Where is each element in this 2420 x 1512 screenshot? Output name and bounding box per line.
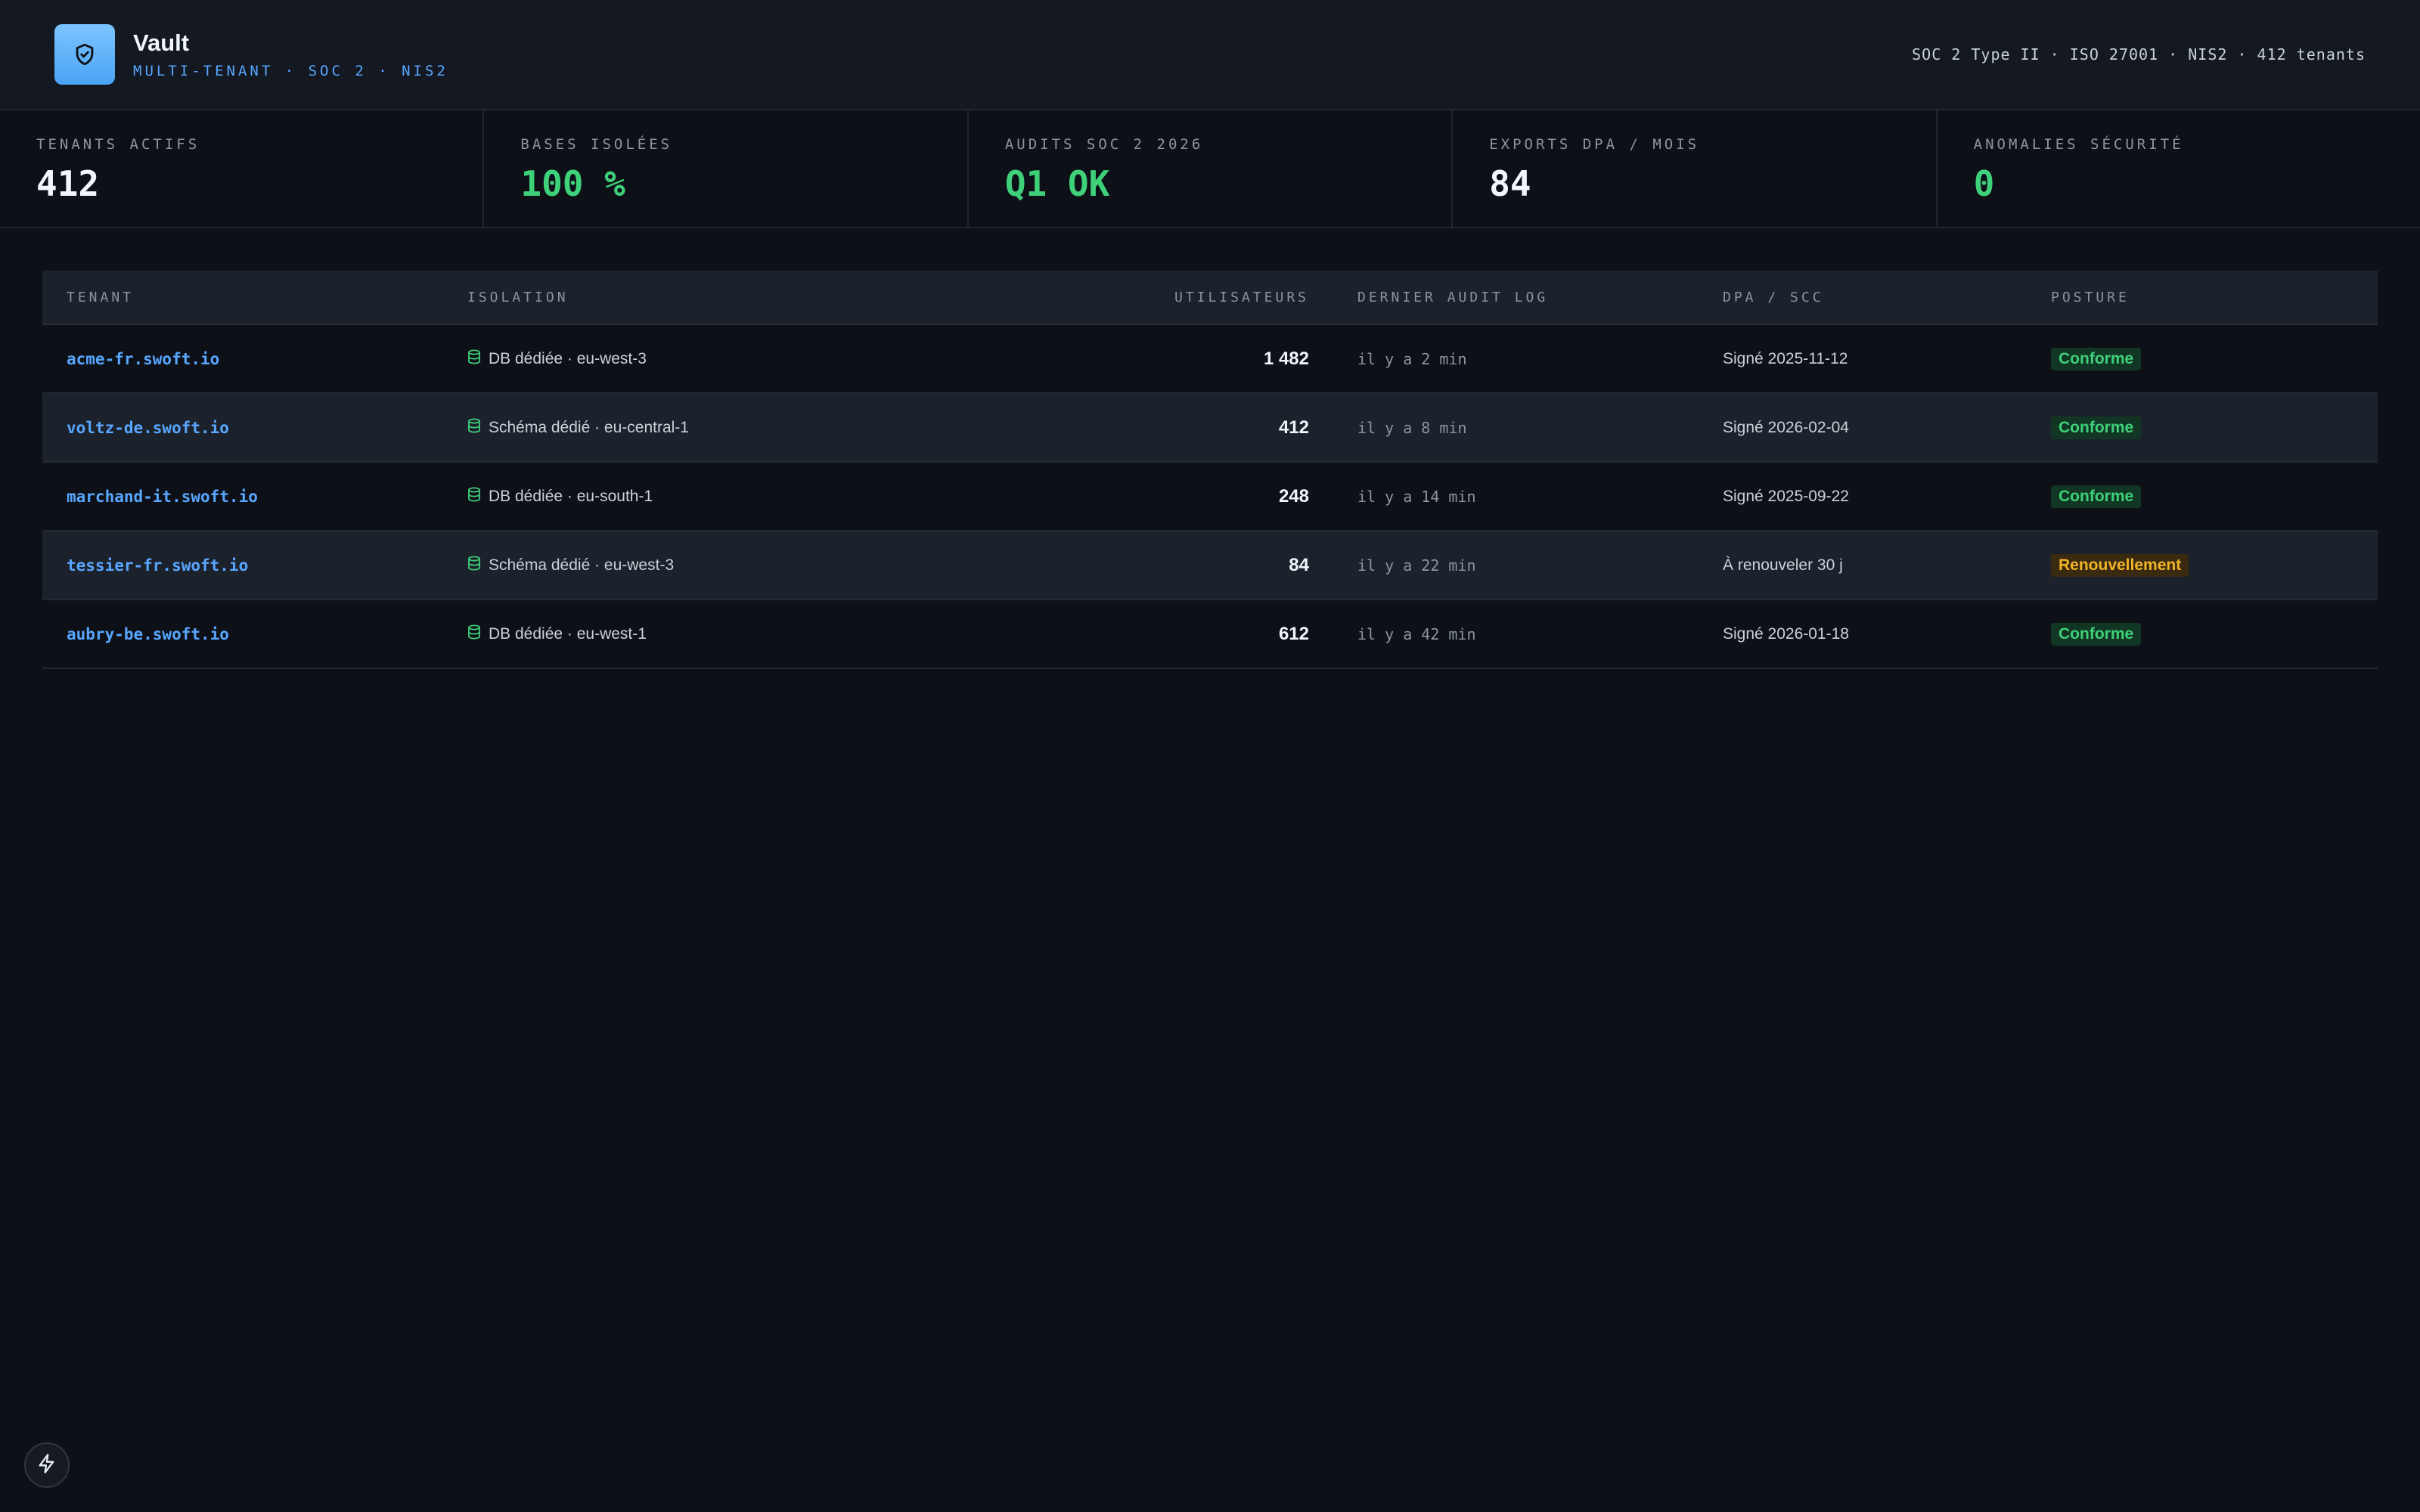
stat-label: AUDITS SOC 2 2026 xyxy=(1004,136,1204,153)
isolation-label: DB dédiée · eu-west-1 xyxy=(489,624,647,643)
stat-tenants-actifs: TENANTS ACTIFS 412 xyxy=(0,110,485,227)
app-title: Vault xyxy=(133,29,190,56)
stat-label: TENANTS ACTIFS xyxy=(36,136,200,153)
posture-badge: Conforme xyxy=(2051,622,2142,646)
last-audit-log: il y a 22 min xyxy=(1357,556,1476,575)
column-header-isolation[interactable]: ISOLATION xyxy=(467,290,929,305)
compliance-summary: SOC 2 Type II · ISO 27001 · NIS2 · 412 t… xyxy=(1912,45,2366,64)
posture-badge: Conforme xyxy=(2051,485,2142,508)
database-icon xyxy=(467,624,481,644)
stat-exports-dpa: EXPORTS DPA / MOIS 84 xyxy=(1453,110,1938,227)
isolation-cell: DB dédiée · eu-west-3 xyxy=(467,349,929,369)
stat-bases-isolees: BASES ISOLÉES 100 % xyxy=(484,110,969,227)
dpa-status: Signé 2025-09-22 xyxy=(1723,487,1849,505)
stat-label: EXPORTS DPA / MOIS xyxy=(1489,136,1700,153)
isolation-label: DB dédiée · eu-south-1 xyxy=(489,487,653,505)
dpa-status: À renouveler 30 j xyxy=(1723,556,1843,574)
table-header: TENANT ISOLATION UTILISATEURS DERNIER AU… xyxy=(42,271,2378,325)
database-icon xyxy=(467,487,481,507)
last-audit-log: il y a 14 min xyxy=(1357,487,1476,506)
stat-audits-soc2: AUDITS SOC 2 2026 Q1 OK xyxy=(969,110,1454,227)
stat-value: Q1 OK xyxy=(1004,163,1110,204)
column-header-audit-log[interactable]: DERNIER AUDIT LOG xyxy=(1309,290,1723,305)
stat-value: 0 xyxy=(1973,163,1995,204)
stats-bar: TENANTS ACTIFS 412 BASES ISOLÉES 100 % A… xyxy=(0,110,2420,228)
stat-anomalies: ANOMALIES SÉCURITÉ 0 xyxy=(1938,110,2420,227)
isolation-label: DB dédiée · eu-west-3 xyxy=(489,349,647,367)
posture-badge: Conforme xyxy=(2051,416,2142,439)
table-row[interactable]: acme-fr.swoft.io DB dédiée · eu-west-3 1… xyxy=(42,325,2378,394)
isolation-label: Schéma dédié · eu-central-1 xyxy=(489,418,689,436)
stat-label: BASES ISOLÉES xyxy=(520,136,673,153)
dpa-status: Signé 2025-11-12 xyxy=(1723,349,1848,367)
app-header: Vault MULTI-TENANT · SOC 2 · NIS2 SOC 2 … xyxy=(0,0,2420,110)
dpa-status: Signé 2026-01-18 xyxy=(1723,624,1849,643)
column-header-tenant[interactable]: TENANT xyxy=(42,290,467,305)
isolation-label: Schéma dédié · eu-west-3 xyxy=(489,556,675,574)
stat-value: 100 % xyxy=(520,163,625,204)
last-audit-log: il y a 8 min xyxy=(1357,418,1467,437)
column-header-utilisateurs[interactable]: UTILISATEURS xyxy=(929,290,1309,305)
stat-label: ANOMALIES SÉCURITÉ xyxy=(1973,136,2184,153)
tenant-link[interactable]: voltz-de.swoft.io xyxy=(67,419,229,437)
tenants-table-container: TENANT ISOLATION UTILISATEURS DERNIER AU… xyxy=(0,228,2420,669)
table-body: acme-fr.swoft.io DB dédiée · eu-west-3 1… xyxy=(42,325,2378,669)
tenant-link[interactable]: tessier-fr.swoft.io xyxy=(67,556,248,575)
tenants-table: TENANT ISOLATION UTILISATEURS DERNIER AU… xyxy=(42,271,2378,669)
column-header-posture[interactable]: POSTURE xyxy=(2051,290,2378,305)
isolation-cell: Schéma dédié · eu-west-3 xyxy=(467,556,929,575)
database-icon xyxy=(467,418,481,438)
users-count: 612 xyxy=(1278,623,1309,644)
isolation-cell: DB dédiée · eu-west-1 xyxy=(467,624,929,644)
database-icon xyxy=(467,556,481,575)
tenant-link[interactable]: acme-fr.swoft.io xyxy=(67,350,219,368)
shield-check-icon xyxy=(54,24,115,85)
lightning-icon xyxy=(36,1453,57,1478)
isolation-cell: Schéma dédié · eu-central-1 xyxy=(467,418,929,438)
app-subtitle: MULTI-TENANT · SOC 2 · NIS2 xyxy=(133,63,448,79)
table-row[interactable]: tessier-fr.swoft.io Schéma dédié · eu-we… xyxy=(42,531,2378,600)
users-count: 248 xyxy=(1278,485,1309,507)
stat-value: 412 xyxy=(36,163,100,204)
table-row[interactable]: marchand-it.swoft.io DB dédiée · eu-sout… xyxy=(42,463,2378,531)
users-count: 84 xyxy=(1289,554,1309,575)
stat-value: 84 xyxy=(1489,163,1531,204)
users-count: 412 xyxy=(1278,417,1309,438)
dpa-status: Signé 2026-02-04 xyxy=(1723,418,1849,436)
isolation-cell: DB dédiée · eu-south-1 xyxy=(467,487,929,507)
tenant-link[interactable]: marchand-it.swoft.io xyxy=(67,488,258,506)
column-header-dpa[interactable]: DPA / SCC xyxy=(1723,290,2051,305)
brand: Vault MULTI-TENANT · SOC 2 · NIS2 xyxy=(54,24,448,85)
posture-badge: Conforme xyxy=(2051,347,2142,370)
quick-action-button[interactable] xyxy=(24,1442,70,1488)
users-count: 1 482 xyxy=(1263,348,1309,369)
posture-badge: Renouvellement xyxy=(2051,553,2189,577)
tenant-link[interactable]: aubry-be.swoft.io xyxy=(67,625,229,643)
table-row[interactable]: voltz-de.swoft.io Schéma dédié · eu-cent… xyxy=(42,394,2378,463)
table-row[interactable]: aubry-be.swoft.io DB dédiée · eu-west-1 … xyxy=(42,600,2378,669)
last-audit-log: il y a 42 min xyxy=(1357,624,1476,643)
last-audit-log: il y a 2 min xyxy=(1357,349,1467,368)
database-icon xyxy=(467,349,481,369)
